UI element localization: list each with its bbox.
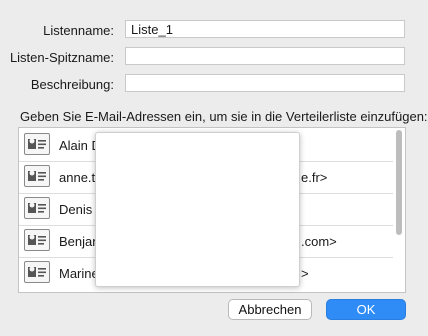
description-label: Beschreibung: — [30, 77, 114, 92]
list-name-input[interactable]: Liste_1 — [125, 20, 405, 38]
recipient-text-right: .com> — [301, 234, 337, 249]
recipient-text-right: > — [301, 266, 309, 281]
recipient-text-right: e.fr> — [301, 170, 328, 185]
nickname-input[interactable] — [125, 47, 405, 65]
list-name-label: Listenname: — [43, 23, 114, 38]
contact-card-icon — [24, 165, 50, 187]
contact-card-icon — [24, 197, 50, 219]
nickname-label: Listen-Spitzname: — [9, 50, 114, 65]
recipient-text: Marine — [59, 266, 99, 281]
instruction-text: Geben Sie E-Mail-Adressen ein, um sie in… — [20, 109, 428, 124]
cancel-button[interactable]: Abbrechen — [228, 299, 312, 320]
contact-card-icon — [24, 133, 50, 155]
list-scrollbar[interactable] — [395, 130, 403, 290]
scrollbar-thumb[interactable] — [396, 130, 402, 235]
description-input[interactable] — [125, 74, 405, 92]
recipient-text: anne.t — [59, 170, 96, 185]
ok-button[interactable]: OK — [326, 299, 406, 320]
contact-card-icon — [24, 229, 50, 251]
autocomplete-popup[interactable] — [95, 132, 300, 287]
contact-card-icon — [24, 261, 50, 283]
recipient-text: Benjan — [59, 234, 100, 249]
